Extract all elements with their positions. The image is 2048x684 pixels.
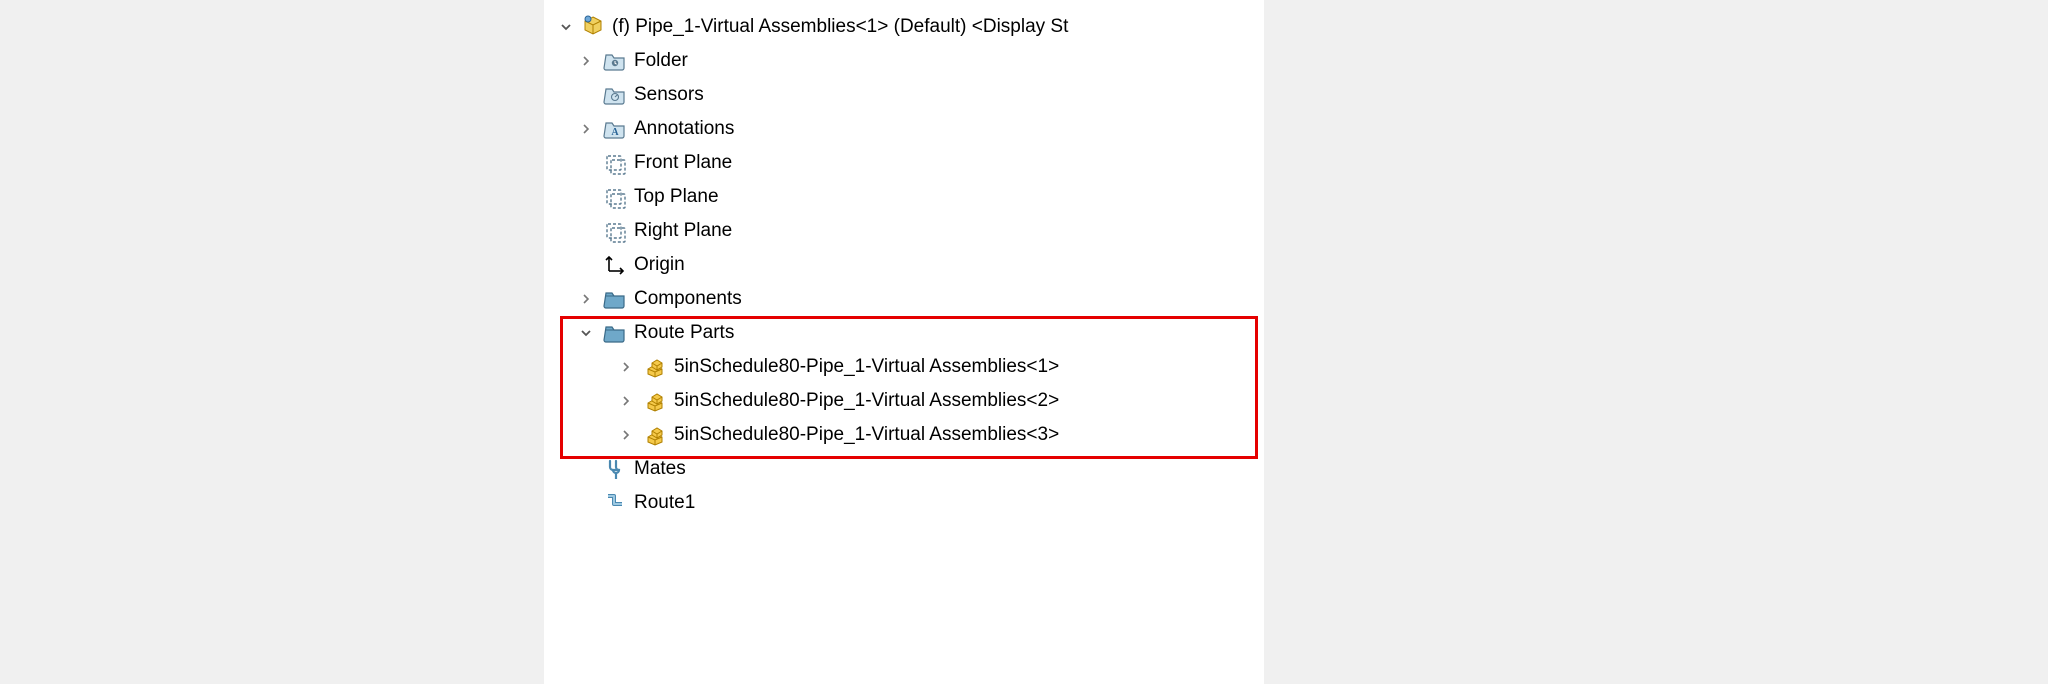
tree-item-label: 5inSchedule80-Pipe_1-Virtual Assemblies<…: [674, 356, 1059, 378]
tree-item-label: Annotations: [634, 118, 734, 140]
arrow-placeholder: [578, 189, 594, 205]
annotations-icon: A: [602, 116, 628, 142]
tree-item-label: 5inSchedule80-Pipe_1-Virtual Assemblies<…: [674, 390, 1059, 412]
tree-item-label: Folder: [634, 50, 688, 72]
tree-item-row[interactable]: Route1: [544, 486, 1264, 520]
arrow-placeholder: [578, 257, 594, 273]
tree-item-label: Components: [634, 288, 742, 310]
chevron-right-icon[interactable]: [578, 291, 594, 307]
arrow-placeholder: [578, 155, 594, 171]
arrow-placeholder: [578, 223, 594, 239]
arrow-placeholder: [578, 495, 594, 511]
tree-item-label: Mates: [634, 458, 686, 480]
chevron-down-icon[interactable]: [558, 19, 574, 35]
tree-item-row[interactable]: Route Parts: [544, 316, 1264, 350]
tree-item-label: Top Plane: [634, 186, 719, 208]
folder-icon: [602, 286, 628, 312]
tree-item-label: Right Plane: [634, 220, 732, 242]
part-icon: [642, 354, 668, 380]
tree-item-row[interactable]: Folder: [544, 44, 1264, 78]
chevron-right-icon[interactable]: [618, 393, 634, 409]
tree-root-row[interactable]: (f) Pipe_1-Virtual Assemblies<1> (Defaul…: [544, 10, 1264, 44]
tree-item-label: Route1: [634, 492, 695, 514]
tree-item-row[interactable]: Sensors: [544, 78, 1264, 112]
plane-icon: [602, 218, 628, 244]
tree-item-row[interactable]: 5inSchedule80-Pipe_1-Virtual Assemblies<…: [544, 384, 1264, 418]
part-icon: [642, 422, 668, 448]
origin-icon: [602, 252, 628, 278]
tree-item-row[interactable]: Origin: [544, 248, 1264, 282]
mates-icon: [602, 456, 628, 482]
tree-item-label: Sensors: [634, 84, 704, 106]
tree-item-row[interactable]: Top Plane: [544, 180, 1264, 214]
tree-item-row[interactable]: Front Plane: [544, 146, 1264, 180]
tree-item-row[interactable]: Components: [544, 282, 1264, 316]
assembly-icon: [580, 14, 606, 40]
tree-root-label: (f) Pipe_1-Virtual Assemblies<1> (Defaul…: [612, 16, 1068, 38]
plane-icon: [602, 150, 628, 176]
tree-item-row[interactable]: Mates: [544, 452, 1264, 486]
plane-icon: [602, 184, 628, 210]
arrow-placeholder: [578, 461, 594, 477]
tree-item-row[interactable]: A Annotations: [544, 112, 1264, 146]
tree-item-label: Route Parts: [634, 322, 734, 344]
chevron-right-icon[interactable]: [578, 53, 594, 69]
chevron-down-icon[interactable]: [578, 325, 594, 341]
svg-text:A: A: [611, 127, 619, 138]
tree-item-label: Origin: [634, 254, 685, 276]
part-icon: [642, 388, 668, 414]
tree-item-row[interactable]: Right Plane: [544, 214, 1264, 248]
folder-icon: [602, 320, 628, 346]
tree-item-row[interactable]: 5inSchedule80-Pipe_1-Virtual Assemblies<…: [544, 350, 1264, 384]
tree-item-label: Front Plane: [634, 152, 732, 174]
folder-history-icon: [602, 48, 628, 74]
feature-tree-panel: (f) Pipe_1-Virtual Assemblies<1> (Defaul…: [544, 0, 1264, 684]
route-icon: [602, 490, 628, 516]
sensors-icon: [602, 82, 628, 108]
chevron-right-icon[interactable]: [578, 121, 594, 137]
chevron-right-icon[interactable]: [618, 359, 634, 375]
arrow-placeholder: [578, 87, 594, 103]
tree-item-label: 5inSchedule80-Pipe_1-Virtual Assemblies<…: [674, 424, 1059, 446]
chevron-right-icon[interactable]: [618, 427, 634, 443]
tree-item-row[interactable]: 5inSchedule80-Pipe_1-Virtual Assemblies<…: [544, 418, 1264, 452]
